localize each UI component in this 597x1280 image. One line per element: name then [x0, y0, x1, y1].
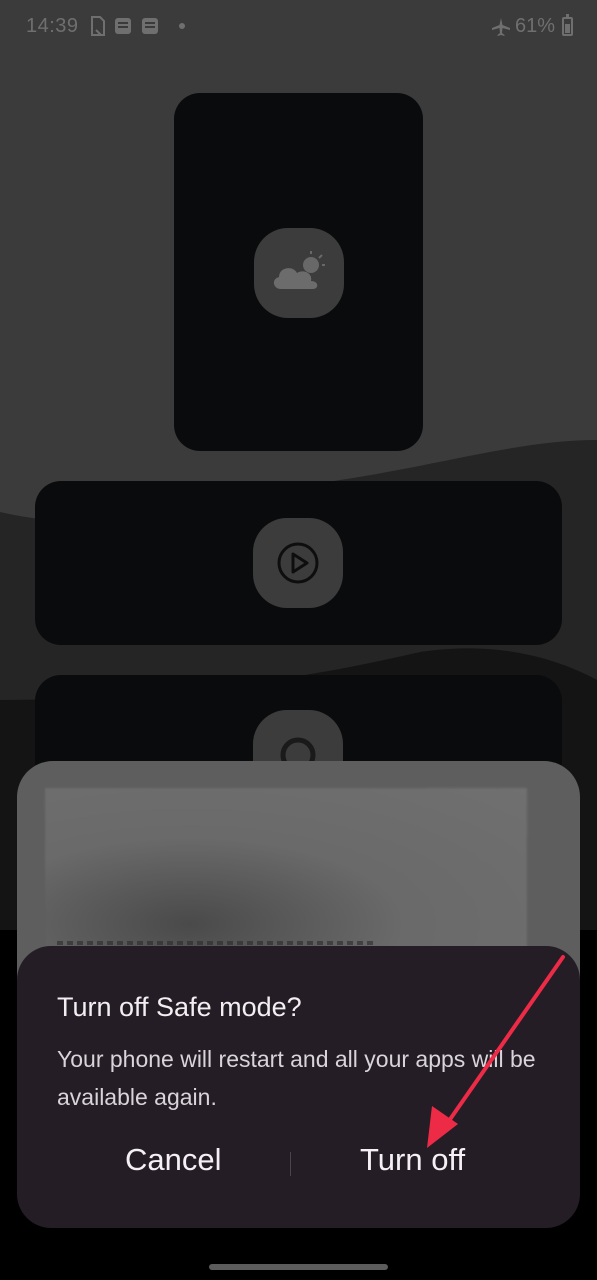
dialog-message: Your phone will restart and all your app… — [57, 1046, 536, 1110]
no-sim-icon — [91, 16, 105, 36]
notification-icon — [115, 18, 131, 34]
dot-icon — [179, 23, 185, 29]
play-icon — [253, 518, 343, 608]
notification-icon — [142, 18, 158, 34]
status-bar: 14:39 61% — [0, 0, 597, 54]
status-right: 61% — [491, 14, 573, 38]
home-indicator[interactable] — [209, 1264, 388, 1270]
blurred-preview — [45, 788, 527, 948]
status-icons — [90, 16, 185, 36]
blurred-text — [57, 941, 377, 945]
airplane-icon — [491, 17, 510, 36]
battery-icon — [562, 14, 573, 36]
dialog-buttons: Cancel Turn off — [17, 1142, 580, 1186]
turn-off-button[interactable]: Turn off — [360, 1142, 465, 1178]
safe-mode-dialog: Turn off Safe mode? Your phone will rest… — [17, 946, 580, 1228]
button-divider — [290, 1152, 291, 1176]
status-time: 14:39 — [26, 15, 79, 37]
weather-icon — [254, 228, 344, 318]
dialog-title: Turn off Safe mode? — [57, 992, 302, 1022]
battery-percent: 61% — [514, 15, 555, 37]
recent-app-card[interactable] — [35, 481, 562, 645]
recent-app-card[interactable] — [174, 93, 423, 451]
cancel-button[interactable]: Cancel — [125, 1142, 222, 1178]
